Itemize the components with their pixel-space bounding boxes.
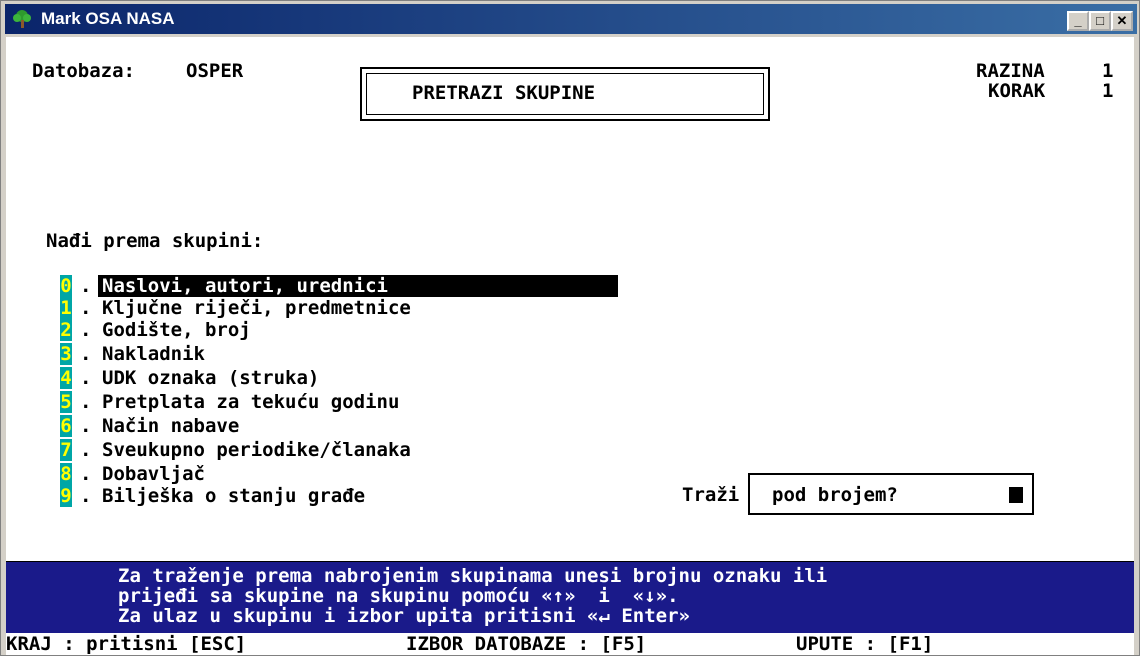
menu-item-label: Bilješka o stanju građe	[102, 485, 366, 507]
menu-item-number: 4	[60, 367, 72, 389]
text-cursor	[1009, 487, 1023, 503]
close-button[interactable]: ✕	[1111, 11, 1133, 31]
search-prompt: Nađi prema skupini:	[46, 230, 264, 252]
search-input[interactable]: pod brojem?	[748, 473, 1034, 515]
help-line-2: prijeđi sa skupine na skupinu pomoću «↑»…	[118, 585, 679, 607]
help-line-3: Za ulaz u skupinu i izbor upita pritisni…	[118, 605, 690, 627]
app-window: Mark OSA NASA _ □ ✕ Datobaza: OSPER PRET…	[0, 0, 1140, 656]
function-key-bar: KRAJ : pritisni [ESC] IZBOR DATOBAZE : […	[6, 633, 1134, 655]
title-bar[interactable]: Mark OSA NASA _ □ ✕	[5, 4, 1137, 34]
menu-item-number: 9	[60, 485, 72, 507]
database-label: Datobaza:	[32, 60, 135, 82]
menu-item-label: Ključne riječi, predmetnice	[102, 297, 411, 319]
menu-item-label: Sveukupno periodike/članaka	[102, 439, 411, 461]
search-label: Traži	[682, 484, 740, 506]
menu-item-number: 1	[60, 297, 72, 319]
menu-item-number: 6	[60, 415, 72, 437]
menu-item-number: 7	[60, 439, 72, 461]
menu-item-label: Godište, broj	[102, 319, 251, 341]
level-label: RAZINA	[976, 60, 1045, 82]
tree-icon	[13, 10, 31, 28]
menu-item-label: UDK oznaka (struka)	[102, 367, 320, 389]
menu-item-number: 3	[60, 343, 72, 365]
screen-title-box: PRETRAZI SKUPINE	[360, 67, 770, 121]
menu-item-number: 8	[60, 463, 72, 485]
help-panel: Za traženje prema nabrojenim skupinama u…	[6, 562, 1134, 634]
minimize-button[interactable]: _	[1067, 11, 1089, 31]
menu-item-label: Dobavljač	[102, 463, 205, 485]
database-value: OSPER	[186, 60, 244, 82]
menu-item-label: Naslovi, autori, urednici	[102, 275, 388, 297]
step-label: KORAK	[988, 80, 1046, 102]
step-value: 1	[1102, 80, 1114, 102]
menu-item-number: 2	[60, 319, 72, 341]
window-title: Mark OSA NASA	[41, 9, 175, 28]
menu-item-number: 5	[60, 391, 72, 413]
level-value: 1	[1102, 60, 1114, 82]
database-select-hint[interactable]: IZBOR DATOBAZE : [F5]	[406, 634, 646, 654]
search-input-value: pod brojem?	[772, 484, 898, 506]
help-line-1: Za traženje prema nabrojenim skupinama u…	[118, 565, 828, 587]
screen-title: PRETRAZI SKUPINE	[412, 82, 596, 104]
menu-item-label: Nakladnik	[102, 343, 205, 365]
exit-hint[interactable]: KRAJ : pritisni [ESC]	[6, 634, 246, 654]
help-hint[interactable]: UPUTE : [F1]	[796, 634, 933, 654]
menu-item-label: Pretplata za tekuću godinu	[102, 391, 400, 413]
menu-item-label: Način nabave	[102, 415, 240, 437]
maximize-button[interactable]: □	[1089, 11, 1111, 31]
menu-item-number: 0	[60, 275, 72, 297]
terminal-screen: Datobaza: OSPER PRETRAZI SKUPINE RAZINA …	[6, 37, 1134, 655]
